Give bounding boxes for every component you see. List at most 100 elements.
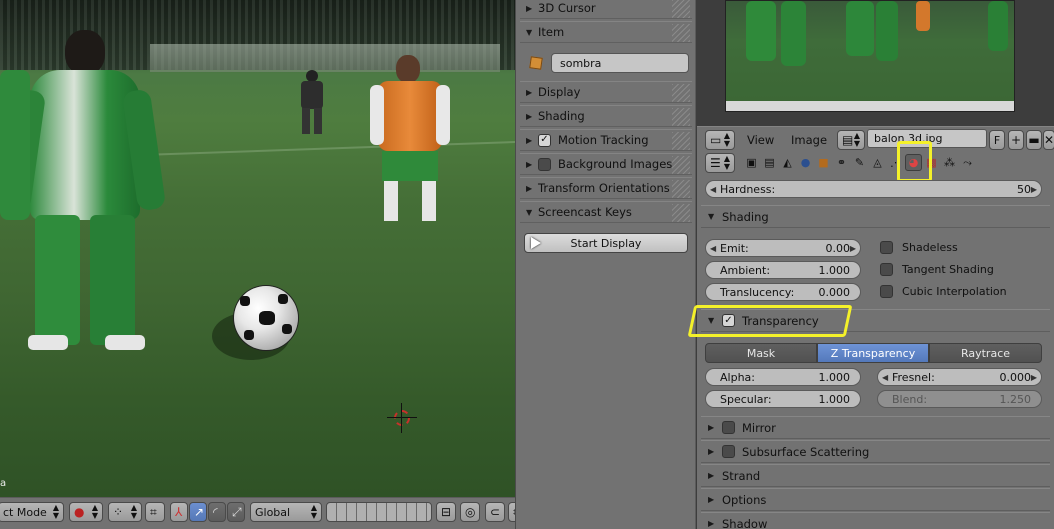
increment-icon[interactable]: ▶ [1031, 185, 1037, 194]
shadeless-checkbox[interactable] [880, 241, 893, 254]
snap-toggle[interactable]: ⊂ [485, 502, 505, 522]
decrement-icon[interactable]: ◀ [882, 373, 888, 382]
grip-icon[interactable] [672, 84, 690, 102]
manipulator-icon: ⌗ [150, 505, 157, 519]
panel-motion-tracking[interactable]: ▶ ✓ Motion Tracking [520, 129, 692, 151]
object-cube-icon [529, 56, 543, 70]
3d-viewport[interactable]: a [0, 0, 515, 497]
grip-icon[interactable] [672, 108, 690, 126]
tab-modifiers-icon[interactable]: ✎ [851, 154, 868, 171]
tab-render-layers-icon[interactable]: ▤ [761, 154, 778, 171]
editor-type-selector[interactable]: ▭ ▲ ▼ [705, 130, 735, 150]
new-image-button[interactable]: + [1008, 130, 1024, 150]
specular-label: Specular: [720, 392, 772, 406]
alpha-value: 1.000 [818, 370, 851, 384]
subsurface-scattering-section-header[interactable]: ▶ Subsurface Scattering [701, 440, 1050, 463]
cubic-interpolation-toggle[interactable]: Cubic Interpolation [880, 285, 1007, 298]
scale-manipulator-button[interactable]: ⤢ [227, 502, 245, 522]
mirror-checkbox[interactable] [722, 421, 735, 434]
grip-icon[interactable] [672, 0, 690, 18]
strand-section-header[interactable]: ▶ Strand [701, 464, 1050, 487]
transparency-mode-mask[interactable]: Mask [705, 343, 817, 363]
unlink-image-button[interactable]: ✕ [1043, 130, 1054, 150]
menu-view[interactable]: View [747, 133, 774, 147]
image-preview[interactable] [725, 0, 1015, 112]
pivot-selector[interactable]: ⁘ ▲ ▼ [108, 502, 142, 522]
transparency-mode-z-transparency[interactable]: Z Transparency [817, 343, 929, 363]
orientation-selector[interactable]: Global ▲ ▼ [250, 502, 322, 522]
translucency-value: 0.000 [818, 285, 851, 299]
decrement-icon[interactable]: ◀ [710, 244, 716, 253]
translucency-field[interactable]: Translucency: 0.000 [705, 283, 861, 301]
start-display-label: Start Display [570, 236, 642, 250]
emit-field[interactable]: ◀ Emit: 0.00 ▶ [705, 239, 861, 257]
layer-buttons[interactable] [326, 502, 432, 522]
viewport-shading-selector[interactable]: ● ▲ ▼ [69, 502, 103, 522]
background-images-checkbox[interactable] [538, 157, 551, 171]
updown-icon: ▲▼ [91, 503, 98, 520]
tab-scene-icon[interactable]: ◭ [779, 154, 796, 171]
transparency-mode-raytrace[interactable]: Raytrace [929, 343, 1042, 363]
decrement-icon[interactable]: ◀ [710, 185, 716, 194]
motion-tracking-checkbox[interactable]: ✓ [538, 133, 551, 147]
start-display-button[interactable]: Start Display [524, 233, 688, 253]
tab-particles-icon[interactable]: ⁂ [941, 154, 958, 171]
cubic-interpolation-checkbox[interactable] [880, 285, 893, 298]
soccer-ball[interactable] [234, 286, 298, 350]
tangent-shading-checkbox[interactable] [880, 263, 893, 276]
tab-render-icon[interactable]: ▣ [743, 154, 760, 171]
panel-3d-cursor[interactable]: ▶ 3D Cursor [520, 0, 692, 19]
transparency-highlight [687, 305, 853, 337]
viewport-header: ct Mode ▲ ▼ ● ▲ ▼ ⁘ ▲ ▼ ⌗ ⅄ ↗ ◜ ⤢ Global ▲ ▼… [0, 497, 600, 529]
panel-item[interactable]: ▼ Item [520, 21, 692, 43]
object-name-field[interactable]: sombra [551, 53, 689, 73]
rotate-manipulator-button[interactable]: ◜ [208, 502, 226, 522]
tab-physics-icon[interactable]: ⤳ [959, 154, 976, 171]
increment-icon[interactable]: ▶ [1031, 373, 1037, 382]
hardness-field[interactable]: ◀ Hardness: 50 ▶ [705, 180, 1042, 198]
fake-user-button[interactable]: F [989, 130, 1005, 150]
proportional-edit-button[interactable]: ◎ [460, 502, 480, 522]
pivot-icon: ⁘ [113, 505, 124, 519]
mirror-section-header[interactable]: ▶ Mirror [701, 416, 1050, 439]
lock-layers-button[interactable]: ⊟ [436, 502, 456, 522]
alpha-field[interactable]: Alpha: 1.000 [705, 368, 861, 386]
shadow-section-header[interactable]: ▶ Shadow [701, 512, 1050, 529]
tab-constraints-icon[interactable]: ⚭ [833, 154, 850, 171]
grip-icon[interactable] [672, 24, 690, 42]
grip-icon[interactable] [672, 204, 690, 222]
shadeless-toggle[interactable]: Shadeless [880, 241, 958, 254]
mode-selector[interactable]: ct Mode ▲ ▼ [0, 502, 64, 522]
tab-world-icon[interactable]: ● [797, 154, 814, 171]
grip-icon[interactable] [672, 156, 690, 174]
shading-section-header[interactable]: ▼ Shading [701, 205, 1050, 228]
fresnel-field[interactable]: ◀ Fresnel: 0.000 ▶ [877, 368, 1042, 386]
properties-icon: ☰ [710, 156, 721, 170]
properties-editor-type-selector[interactable]: ☰ ▲ ▼ [705, 153, 735, 173]
panel-screencast-keys[interactable]: ▼ Screencast Keys [520, 201, 692, 223]
tangent-shading-toggle[interactable]: Tangent Shading [880, 263, 994, 276]
menu-image[interactable]: Image [791, 133, 827, 147]
increment-icon[interactable]: ▶ [850, 244, 856, 253]
grip-icon[interactable] [672, 180, 690, 198]
panel-transform-orientations[interactable]: ▶ Transform Orientations [520, 177, 692, 199]
transform-manipulator-button[interactable]: ⅄ [170, 502, 188, 522]
subsurface-scattering-checkbox[interactable] [722, 445, 735, 458]
3d-cursor[interactable] [387, 403, 417, 433]
panel-background-images[interactable]: ▶ Background Images [520, 153, 692, 175]
image-editor-area[interactable] [697, 0, 1054, 124]
updown-icon: ▲▼ [52, 503, 59, 520]
manipulator-toggle[interactable]: ⌗ [145, 502, 165, 522]
ambient-field[interactable]: Ambient: 1.000 [705, 261, 861, 279]
specular-field[interactable]: Specular: 1.000 [705, 390, 861, 408]
grip-icon[interactable] [672, 132, 690, 150]
tab-data-icon[interactable]: ◬ [869, 154, 886, 171]
panel-display[interactable]: ▶ Display [520, 81, 692, 103]
open-image-button[interactable]: ▬ [1026, 130, 1042, 150]
image-browse-button[interactable]: ▤ ▲ ▼ [837, 130, 865, 150]
panel-shading[interactable]: ▶ Shading [520, 105, 692, 127]
material-tab-highlight [897, 141, 932, 182]
translate-manipulator-button[interactable]: ↗ [189, 502, 207, 522]
tab-object-icon[interactable]: ■ [815, 154, 832, 171]
options-section-header[interactable]: ▶ Options [701, 488, 1050, 511]
